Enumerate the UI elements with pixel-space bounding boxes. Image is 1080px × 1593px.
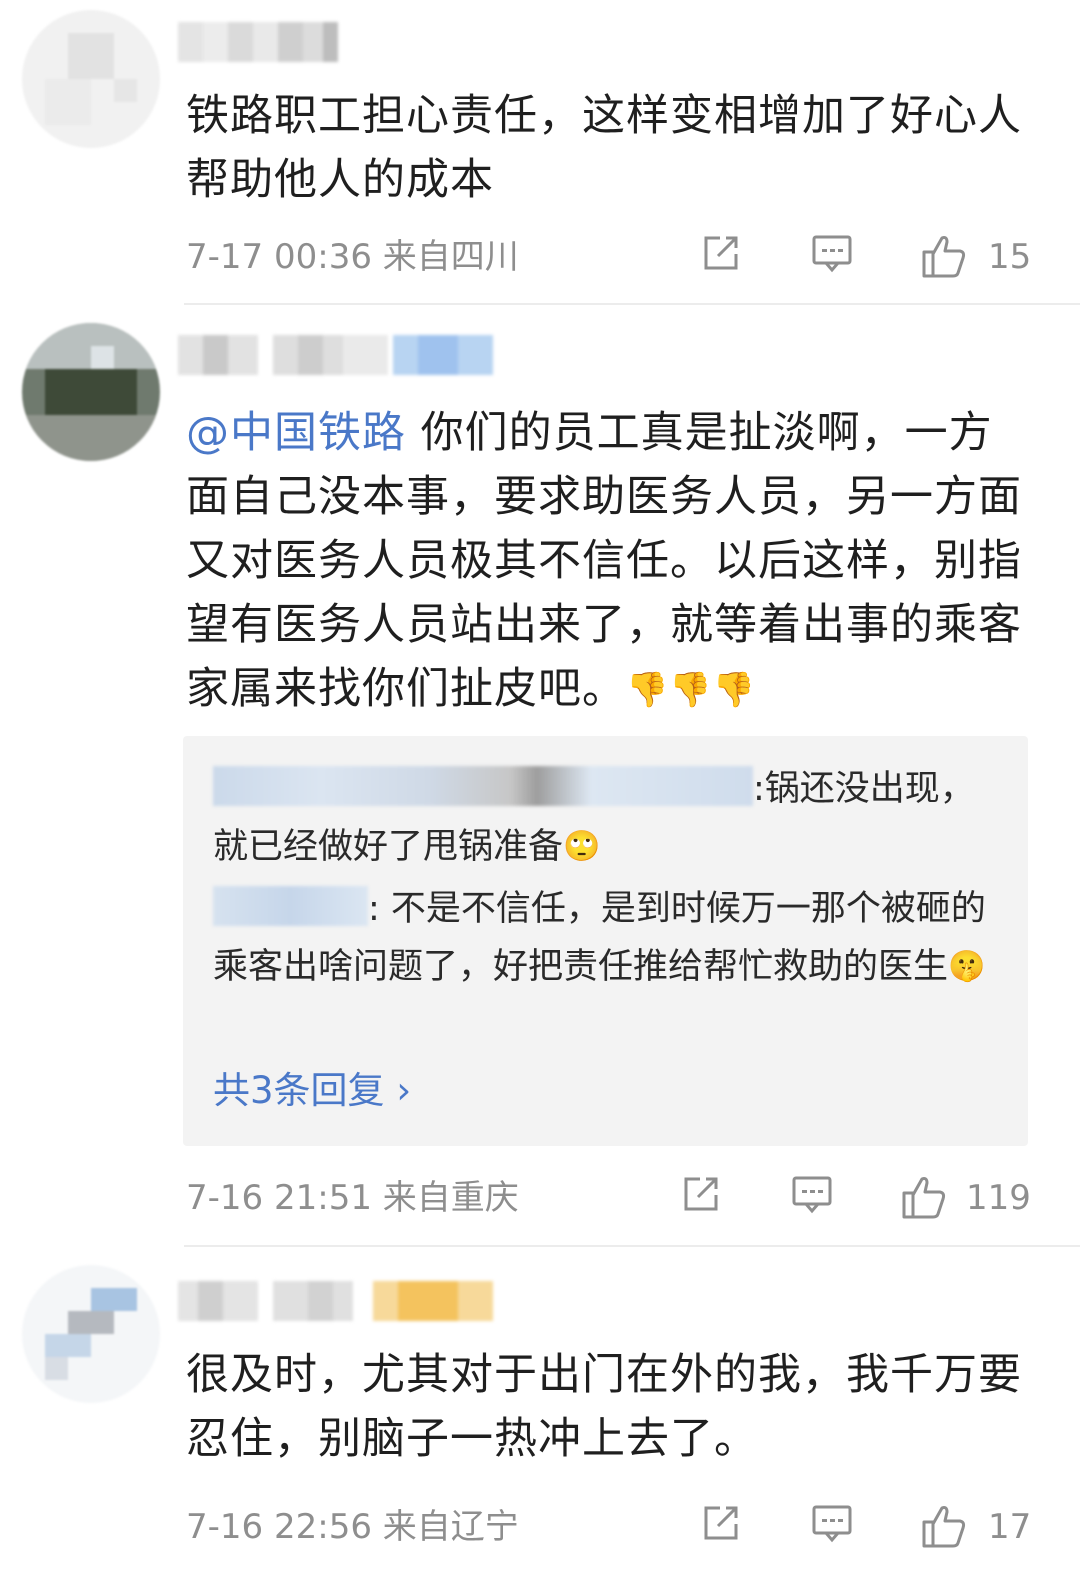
like-count: 119 (966, 1178, 1031, 1218)
comment-meta: 7-16 22:56 来自辽宁 17 (186, 1502, 1046, 1552)
comment-text: 铁路职工担心责任，这样变相增加了好心人帮助他人的成本 (186, 91, 1022, 205)
comment-icon[interactable] (810, 1502, 854, 1552)
like-count: 15 (988, 237, 1032, 277)
view-more-replies-link[interactable]: 共3条回复 › (213, 1066, 411, 1116)
chevron-right-icon: › (396, 1069, 412, 1112)
username-blurred[interactable] (178, 1281, 498, 1321)
thumbs-up-icon[interactable] (900, 1173, 948, 1223)
avatar[interactable] (22, 10, 160, 148)
comment-meta: 7-16 21:51 来自重庆 119 (186, 1173, 1046, 1223)
avatar[interactable] (22, 1265, 160, 1403)
reply-username-blurred[interactable] (213, 766, 753, 806)
reply-box[interactable]: :锅还没出现，就已经做好了甩锅准备🙄 : 不是不信任，是到时候万一那个被砸的乘客… (183, 736, 1028, 1146)
mention-link[interactable]: @中国铁路 (186, 408, 406, 458)
share-icon[interactable] (680, 1173, 722, 1223)
share-icon[interactable] (700, 232, 742, 282)
shush-emoji: 🤫 (948, 949, 986, 984)
comment-item: @中国铁路 你们的员工真是扯淡啊，一方面自己没本事，要求助医务人员，另一方面又对… (0, 305, 1080, 1247)
eye-roll-emoji: 🙄 (563, 829, 601, 864)
comment-icon[interactable] (790, 1173, 834, 1223)
comment-time: 7-16 22:56 来自辽宁 (186, 1507, 519, 1547)
avatar[interactable] (22, 323, 160, 461)
reply-item: : 不是不信任，是到时候万一那个被砸的乘客出啥问题了，好把责任推给帮忙救助的医生… (213, 881, 1003, 996)
comment-text: 很及时，尤其对于出门在外的我，我千万要忍住，别脑子一热冲上去了。 (186, 1350, 1022, 1464)
thumbs-up-icon[interactable] (920, 232, 968, 282)
username-blurred[interactable] (178, 335, 498, 375)
thumbs-up-icon[interactable] (920, 1502, 968, 1552)
comment-text: @中国铁路 你们的员工真是扯淡啊，一方面自己没本事，要求助医务人员，另一方面又对… (186, 401, 1034, 722)
thumbs-down-emoji: 👎 (626, 670, 670, 710)
comment-meta: 7-17 00:36 来自四川 15 (186, 232, 1046, 282)
reply-username-blurred[interactable] (213, 886, 368, 926)
comment-item: 很及时，尤其对于出门在外的我，我千万要忍住，别脑子一热冲上去了。 7-16 22… (0, 1245, 1080, 1593)
like-count: 17 (988, 1507, 1032, 1547)
thumbs-down-emoji: 👎 (712, 670, 757, 710)
comment-icon[interactable] (810, 232, 854, 282)
thumbs-down-emoji: 👎 (669, 670, 713, 710)
username-blurred[interactable] (178, 22, 338, 62)
comment-item: 铁路职工担心责任，这样变相增加了好心人帮助他人的成本 7-17 00:36 来自… (0, 0, 1080, 305)
share-icon[interactable] (700, 1502, 742, 1552)
comment-time: 7-16 21:51 来自重庆 (186, 1178, 519, 1218)
comment-time: 7-17 00:36 来自四川 (186, 237, 519, 277)
reply-item: :锅还没出现，就已经做好了甩锅准备🙄 (213, 761, 1003, 876)
